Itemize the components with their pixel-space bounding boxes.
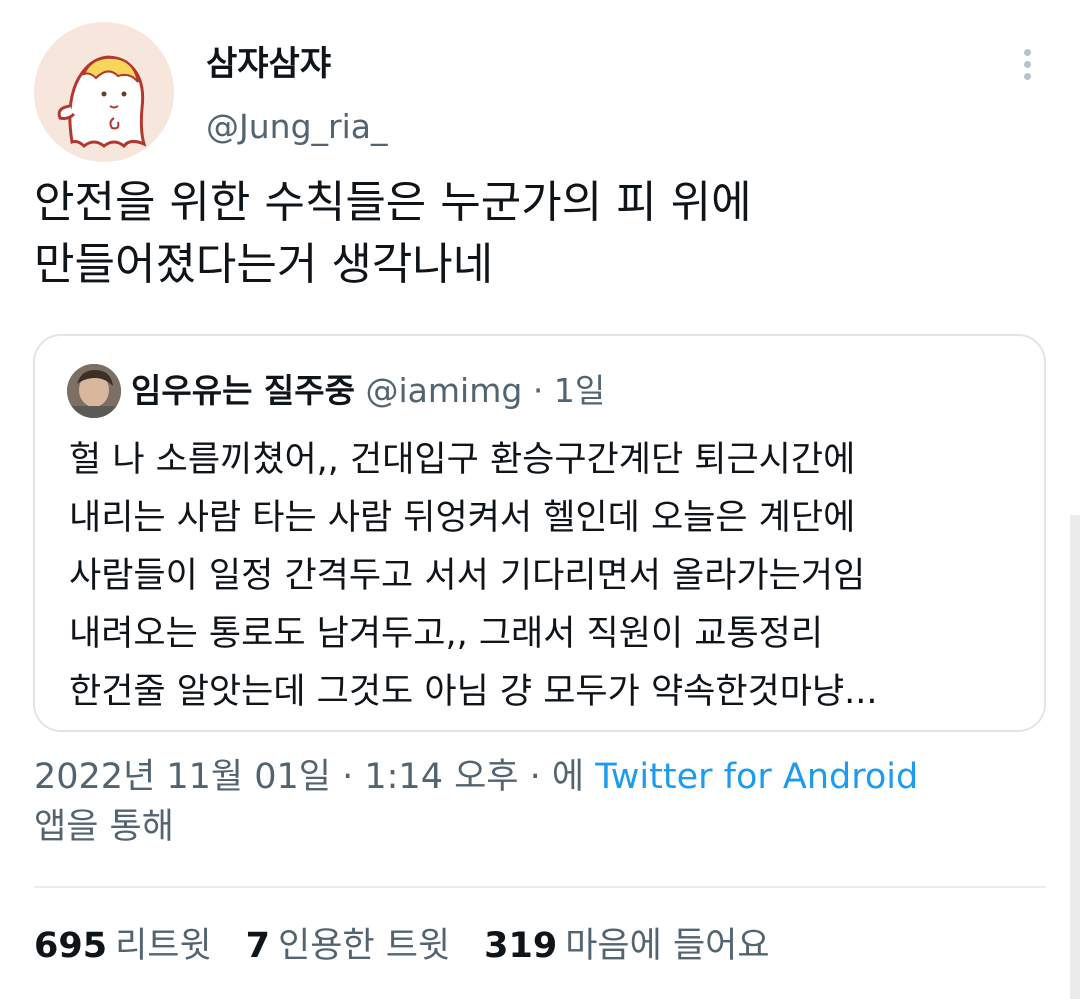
tweet-source-link[interactable]: Twitter for Android [595,757,918,797]
person-photo-icon [67,364,121,418]
tweet-text-line: 안전을 위한 수칙들은 누군가의 피 위에 [34,177,752,228]
likes-label: 마음에 들어요 [565,926,770,966]
tweet-metadata: 2022년 11월 01일 · 1:14 오후 · 에 Twitter for … [34,752,1054,852]
more-vertical-icon[interactable] [1012,44,1042,84]
retweets-stat[interactable]: 695 리트윗 [34,920,212,972]
quote-body-line: 내리는 사람 타는 사람 뒤엉켜서 헬인데 오늘은 계단에 [69,498,856,538]
quote-author-name: 임우유는 질주중 [131,371,356,410]
quote-body-line: 사람들이 일정 간격두고 서서 기다리면서 올라가는거임 [69,556,866,596]
more-dot [1023,48,1031,56]
tweet-stats: 695 리트윗 7 인용한 트윗 319 마음에 들어요 [34,920,770,972]
quotes-count: 7 [245,926,271,966]
divider [34,886,1046,888]
tweet-source-suffix: 앱을 통해 [34,807,174,847]
quotes-label: 인용한 트윗 [278,926,451,966]
quote-separator: · [532,371,544,410]
tweet-text-line: 만들어졌다는거 생각나네 [34,239,494,290]
retweets-count: 695 [34,926,108,966]
tweet-timestamp[interactable]: 2022년 11월 01일 · 1:14 오후 · 에 [34,757,584,797]
quotes-stat[interactable]: 7 인용한 트윗 [246,920,451,972]
author-name[interactable]: 삼쟈삼쟈 [206,40,331,88]
quote-time: 1일 [553,371,606,410]
quoted-tweet-card[interactable]: 임우유는 질주중 @iamimg · 1일 헐 나 소름끼쳤어,, 건대입구 환… [33,334,1046,732]
scrollbar[interactable] [1070,515,1080,999]
author-avatar[interactable] [34,22,174,162]
quote-author-handle: @iamimg [365,371,523,410]
more-dot [1023,72,1031,80]
more-dot [1023,60,1031,68]
quote-body: 헐 나 소름끼쳤어,, 건대입구 환승구간계단 퇴근시간에 내리는 사람 타는 … [69,431,1029,721]
quote-header: 임우유는 질주중 @iamimg · 1일 [131,368,605,414]
ghost-avatar-icon [34,22,174,162]
quote-author-avatar [67,364,121,418]
author-handle[interactable]: @Jung_ria_ [206,104,387,150]
retweets-label: 리트윗 [115,926,212,966]
likes-stat[interactable]: 319 마음에 들어요 [484,920,769,972]
quote-body-line: 내려오는 통로도 남겨두고,, 그래서 직원이 교통정리 [69,614,824,654]
quote-body-line: 한건줄 알앗는데 그것도 아님 걍 모두가 약속한것마냥... [69,672,878,712]
tweet-text: 안전을 위한 수칙들은 누군가의 피 위에 만들어졌다는거 생각나네 [34,172,1034,296]
quote-body-line: 헐 나 소름끼쳤어,, 건대입구 환승구간계단 퇴근시간에 [69,440,856,480]
likes-count: 319 [484,926,558,966]
